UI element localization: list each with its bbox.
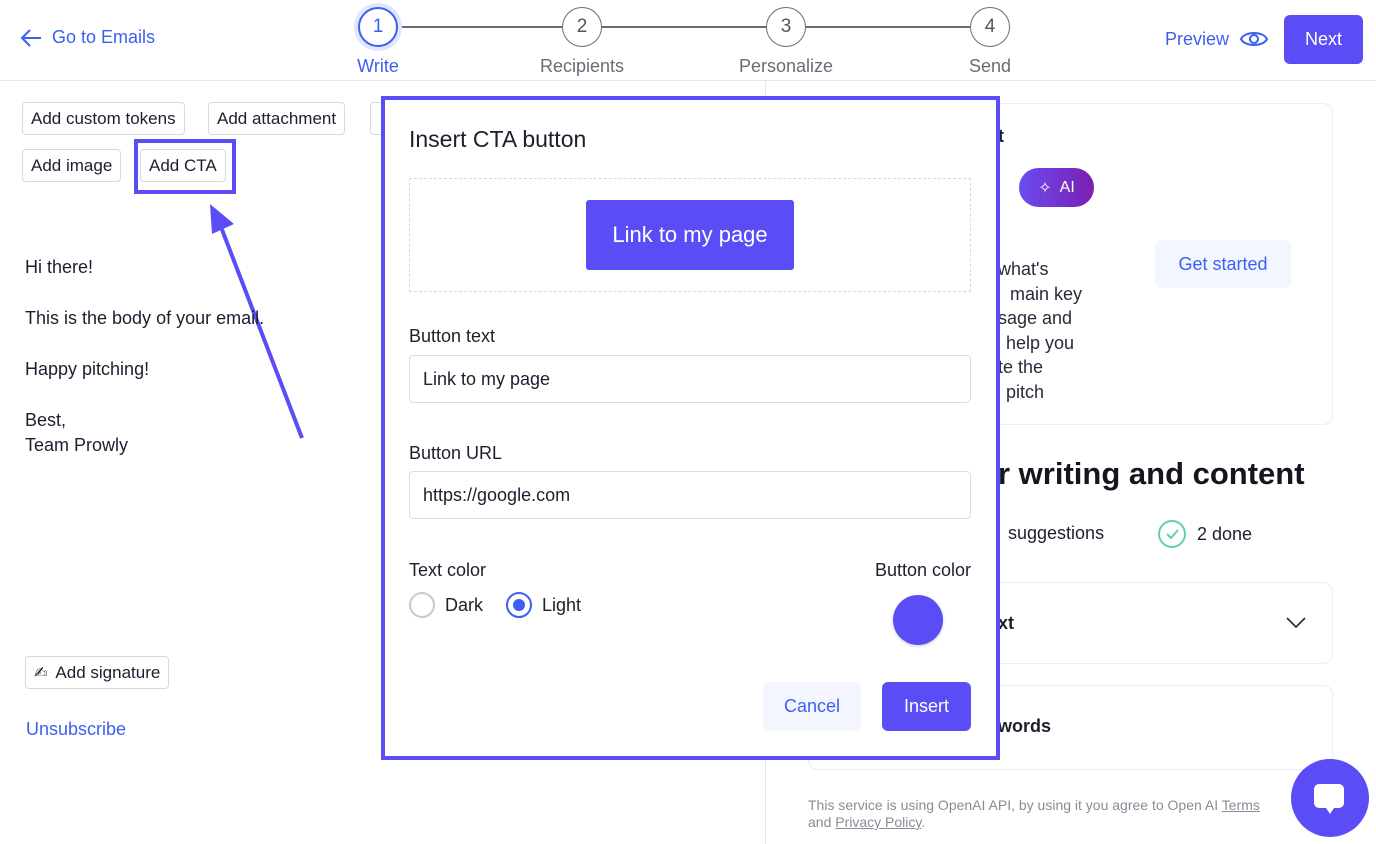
button-text-input[interactable]: Link to my page	[409, 355, 971, 403]
add-custom-tokens-button[interactable]: Add custom tokens	[22, 102, 185, 135]
modal-title: Insert CTA button	[409, 126, 587, 152]
preview-label: Preview	[1165, 28, 1230, 49]
add-cta-button[interactable]: Add CTA	[140, 149, 226, 182]
go-to-emails-link[interactable]: Go to Emails	[20, 27, 155, 48]
text-color-dark-radio[interactable]: Dark	[409, 592, 483, 618]
card-description: what's main key sage and help you te the…	[998, 257, 1082, 404]
stepper-line	[398, 26, 970, 28]
radio-dark[interactable]	[409, 592, 435, 618]
card-text-line: te the	[998, 357, 1044, 377]
button-color-swatch[interactable]	[893, 595, 943, 645]
cta-preview-button: Link to my page	[586, 200, 794, 270]
done-label: 2 done	[1197, 523, 1253, 544]
text-color-light-radio[interactable]: Light	[506, 592, 581, 618]
step-1[interactable]: 1	[358, 7, 398, 47]
radio-light[interactable]	[506, 592, 532, 618]
openai-disclaimer: This service is using OpenAI API, by usi…	[808, 797, 1260, 830]
light-label: Light	[542, 594, 582, 615]
card-text-line: what's	[998, 259, 1049, 279]
check-circle-icon	[1158, 520, 1186, 548]
insert-cta-modal: Insert CTA button Link to my page Button…	[381, 96, 1000, 760]
preview-button[interactable]: Preview	[1165, 28, 1269, 50]
ai-button[interactable]: ✧ AI	[1019, 168, 1094, 207]
sparkle-icon: ✧	[1038, 179, 1052, 197]
button-url-input[interactable]: https://google.com	[409, 471, 971, 519]
step-label-send[interactable]: Send	[920, 56, 1060, 77]
text-color-label: Text color	[409, 560, 487, 580]
cancel-button[interactable]: Cancel	[763, 682, 861, 731]
add-signature-label: Add signature	[55, 662, 161, 682]
add-signature-button[interactable]: ✍ Add signature	[25, 656, 170, 689]
card-text-line: help you	[1006, 332, 1075, 353]
signature-icon: ✍	[34, 664, 48, 682]
chevron-down-icon[interactable]	[1285, 616, 1307, 630]
get-started-button[interactable]: Get started	[1155, 240, 1291, 288]
body-line: Best,	[25, 410, 67, 430]
chat-icon	[1314, 784, 1344, 814]
terms-link[interactable]: Terms	[1222, 797, 1260, 813]
insert-button[interactable]: Insert	[882, 682, 971, 731]
unsubscribe-link[interactable]: Unsubscribe	[26, 719, 126, 740]
accordion-1-title: xt	[998, 613, 1015, 633]
go-to-emails-label: Go to Emails	[52, 27, 156, 47]
step-4[interactable]: 4	[970, 7, 1010, 47]
card-text-line: main key	[1010, 283, 1083, 304]
eye-icon	[1239, 32, 1269, 46]
card-text-line: pitch	[1006, 381, 1045, 402]
step-3[interactable]: 3	[766, 7, 806, 47]
body-line: Team Prowly	[25, 435, 129, 455]
add-image-button[interactable]: Add image	[22, 149, 122, 182]
email-body[interactable]: Hi there! This is the body of your email…	[25, 255, 264, 458]
button-url-label: Button URL	[409, 443, 503, 463]
arrow-left-icon	[20, 28, 41, 47]
suggestions-count: suggestions	[1008, 523, 1105, 543]
cta-preview-area: Link to my page	[409, 178, 971, 292]
step-2[interactable]: 2	[562, 7, 602, 47]
step-label-recipients[interactable]: Recipients	[512, 56, 652, 77]
accordion-2-title: words	[998, 716, 1052, 736]
next-button[interactable]: Next	[1284, 15, 1363, 64]
ai-label: AI	[1059, 178, 1075, 196]
step-label-write[interactable]: Write	[308, 56, 448, 77]
button-text-label: Button text	[409, 326, 496, 346]
button-color-label: Button color	[874, 560, 971, 580]
and-text: and	[808, 814, 832, 830]
dark-label: Dark	[445, 594, 484, 615]
section-heading: r writing and content	[998, 456, 1305, 491]
step-label-personalize[interactable]: Personalize	[716, 56, 856, 77]
body-line: This is the body of your email.	[25, 308, 265, 328]
body-line: Happy pitching!	[25, 359, 150, 379]
privacy-policy-link[interactable]: Privacy Policy	[835, 814, 921, 830]
done-count: 2 done	[1157, 519, 1252, 549]
disclaimer-text: This service is using OpenAI API, by usi…	[808, 797, 1219, 813]
chat-button[interactable]	[1291, 759, 1369, 837]
body-line: Hi there!	[25, 257, 94, 277]
add-attachment-button[interactable]: Add attachment	[208, 102, 346, 135]
card-text-line: sage and	[998, 308, 1073, 328]
